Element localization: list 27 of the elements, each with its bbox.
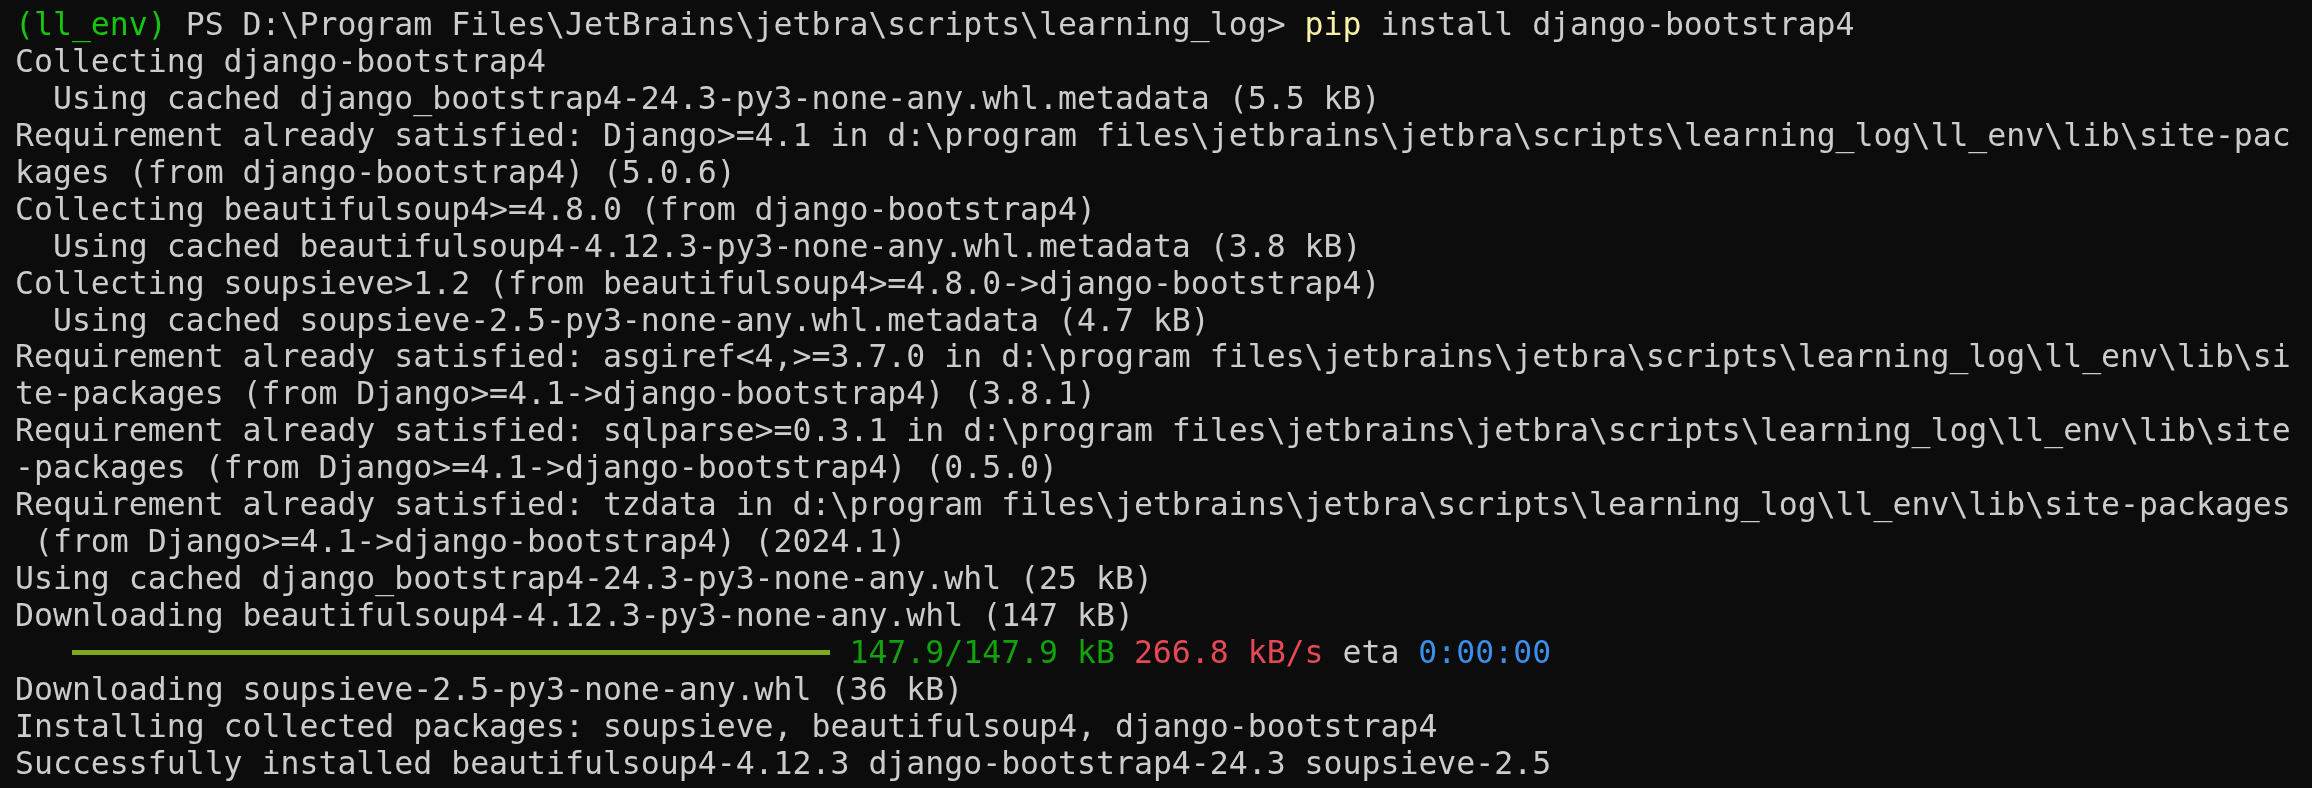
output-line: Using cached django_bootstrap4-24.3-py3-none-any.whl.metadata (5.5 kB) — [51, 79, 1382, 117]
prompt-path: PS D:\Program Files\JetBrains\jetbra\scripts\learning_log> — [185, 6, 1286, 43]
output-line: Downloading soupsieve-2.5-py3-none-any.whl (36 kB) — [15, 670, 965, 708]
output-line: Using cached beautifulsoup4-4.12.3-py3-none-any.whl.metadata (3.8 kB) — [51, 227, 1363, 265]
command-arguments: install django-bootstrap4 — [1380, 6, 1855, 43]
output-line: Installing collected packages: soupsieve, beautifulsoup4, django-bootstrap4 — [15, 707, 1439, 745]
output-line: Requirement already satisfied: tzdata in d:\program files\jetbrains\jetbra\scripts\learning_log\ll_env\lib\site-packages — [15, 486, 2292, 524]
output-line: Successfully installed beautifulsoup4-4.12.3 django-bootstrap4-24.3 soupsieve-2.5 — [15, 744, 1553, 782]
output-line: Requirement already satisfied: asgiref<4,>=3.7.0 in d:\program files\jetbrains\jetbra\scripts\learning_log\ll_env\lib\si — [15, 338, 2292, 376]
output-line: -packages (from Django>=4.1->django-bootstrap4) (0.5.0) — [15, 449, 1060, 487]
output-line: Using cached django_bootstrap4-24.3-py3-none-any.whl (25 kB) — [15, 560, 1154, 597]
output-line: Collecting django-bootstrap4 — [15, 42, 546, 80]
env-name: (ll_env) — [15, 6, 167, 43]
eta-time: 0:00:00 — [1418, 633, 1552, 671]
output-line: te-packages (from Django>=4.1->django-bootstrap4) (3.8.1) — [15, 375, 1097, 413]
output-line: Requirement already satisfied: Django>=4.1 in d:\program files\jetbrains\jetbra\scripts\learning_log\ll_env\lib\site-pac — [15, 116, 2292, 154]
command-name: pip — [1304, 6, 1362, 43]
download-size: 147.9/147.9 kB — [849, 633, 1115, 671]
output-line: Using cached soupsieve-2.5-py3-none-any.whl.metadata (4.7 kB) — [51, 301, 1211, 339]
output-line: Downloading beautifulsoup4-4.12.3-py3-none-any.whl (147 kB) — [15, 597, 1135, 634]
download-speed: 266.8 kB/s — [1133, 633, 1324, 671]
output-line: kages (from django-bootstrap4) (5.0.6) — [15, 153, 737, 191]
output-line: (from Django>=4.1->django-bootstrap4) (2024.1) — [32, 523, 908, 561]
eta-label: eta — [1342, 633, 1400, 671]
output-line: Collecting beautifulsoup4>=4.8.0 (from django-bootstrap4) — [15, 190, 1097, 228]
output-line: Collecting soupsieve>1.2 (from beautifulsoup4>=4.8.0->django-bootstrap4) — [15, 264, 1382, 302]
output-line: Requirement already satisfied: sqlparse>=0.3.1 in d:\program files\jetbrains\jetbra\scripts\learning_log\ll_env\lib\site — [15, 412, 2292, 450]
